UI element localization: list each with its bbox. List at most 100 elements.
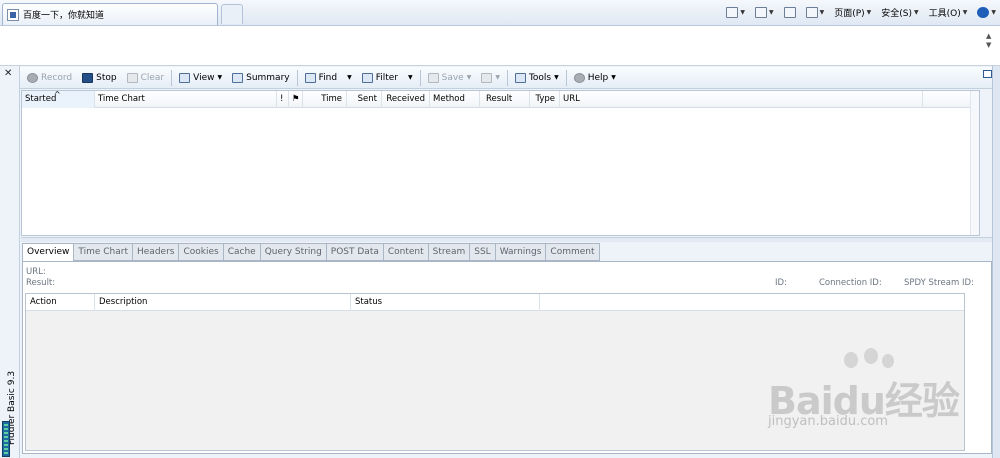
toolbar-divider bbox=[506, 69, 508, 86]
view-menu-button[interactable]: View ▼ bbox=[174, 69, 227, 87]
toolbar-divider bbox=[419, 69, 421, 86]
right-edge-strip bbox=[992, 66, 1000, 458]
home-icon bbox=[726, 6, 739, 18]
tab-time-chart[interactable]: Time Chart bbox=[74, 243, 133, 261]
tab-headers[interactable]: Headers bbox=[133, 243, 180, 261]
find-label: Find bbox=[318, 72, 338, 83]
safety-menu-label: 安全(S) bbox=[881, 8, 913, 19]
col-type[interactable]: Type bbox=[530, 91, 560, 108]
col-result[interactable]: Result bbox=[480, 91, 530, 108]
tools-menu[interactable]: 工具(O) ▼ bbox=[929, 6, 968, 19]
find-dropdown[interactable]: ▼ bbox=[342, 69, 357, 87]
safety-menu[interactable]: 安全(S) ▼ bbox=[881, 6, 918, 19]
chevron-down-icon: ▼ bbox=[768, 8, 774, 16]
toolbar-divider bbox=[565, 69, 567, 86]
find-button[interactable]: Find bbox=[300, 69, 342, 87]
chevron-down-icon: ▼ bbox=[554, 74, 559, 81]
activity-meter bbox=[2, 421, 10, 457]
panel-splitter[interactable] bbox=[21, 237, 992, 242]
dock-window-icon[interactable] bbox=[983, 70, 992, 78]
chevron-down-icon: ▼ bbox=[962, 8, 968, 16]
browser-command-bar: ▼ ▼ ▼ 页面(P) ▼ 安全(S) ▼ 工具(O) ▼ ▼ bbox=[726, 3, 996, 21]
tab-post-data[interactable]: POST Data bbox=[326, 243, 384, 261]
fiddler-toolbar: Record Stop Clear View ▼ Summary Find ▼ F… bbox=[20, 67, 992, 89]
save-button[interactable]: Save ▼ bbox=[423, 69, 477, 87]
printer-icon bbox=[481, 72, 493, 83]
help-icon bbox=[977, 6, 990, 18]
home-button[interactable]: ▼ bbox=[726, 6, 745, 18]
tab-warnings[interactable]: Warnings bbox=[495, 243, 547, 261]
record-icon bbox=[27, 72, 38, 83]
mail-icon bbox=[783, 6, 796, 18]
close-icon[interactable]: ✕ bbox=[4, 68, 12, 79]
record-button[interactable]: Record bbox=[22, 69, 77, 87]
tab-comment[interactable]: Comment bbox=[546, 243, 600, 261]
print-button[interactable]: ▼ bbox=[805, 6, 825, 18]
col-time[interactable]: Time bbox=[303, 91, 347, 108]
help-icon bbox=[573, 72, 585, 83]
print-icon bbox=[805, 6, 818, 18]
toolbar-divider bbox=[171, 69, 173, 86]
view-label: View bbox=[193, 72, 215, 83]
col-description[interactable]: Description bbox=[95, 294, 351, 311]
actions-list: Action Description Status bbox=[25, 293, 965, 451]
chevron-down-icon: ▼ bbox=[217, 74, 223, 81]
browser-tab-title: 百度一下，你就知道 bbox=[23, 11, 105, 21]
chevron-down-icon: ▼ bbox=[347, 74, 352, 81]
page-menu[interactable]: 页面(P) ▼ bbox=[834, 6, 871, 19]
tab-overview[interactable]: Overview bbox=[22, 243, 75, 262]
connection-id-label: Connection ID: bbox=[819, 278, 882, 288]
browser-tab[interactable]: 百度一下，你就知道 bbox=[2, 3, 218, 25]
col-received[interactable]: Received bbox=[382, 91, 430, 108]
actions-list-header: Action Description Status bbox=[26, 294, 964, 311]
save-label: Save bbox=[441, 72, 464, 83]
filter-dropdown[interactable]: ▼ bbox=[403, 69, 418, 87]
page-menu-label: 页面(P) bbox=[834, 8, 865, 19]
mail-button[interactable] bbox=[783, 6, 796, 18]
summary-icon bbox=[232, 72, 244, 83]
col-bang[interactable]: ! bbox=[277, 91, 289, 108]
col-time-chart[interactable]: Time Chart bbox=[95, 91, 277, 108]
col-flag[interactable]: ⚑ bbox=[289, 91, 303, 108]
tools-menu-label: 工具(O) bbox=[928, 8, 961, 19]
flag-icon: ⚑ bbox=[292, 94, 300, 104]
summary-button[interactable]: Summary bbox=[227, 69, 295, 87]
clear-icon bbox=[126, 72, 138, 83]
tab-query-string[interactable]: Query String bbox=[260, 243, 327, 261]
stop-button[interactable]: Stop bbox=[77, 69, 121, 87]
toolbar-divider bbox=[296, 69, 298, 86]
filter-button[interactable]: Filter bbox=[357, 69, 403, 87]
tools-button[interactable]: Tools ▼ bbox=[510, 69, 564, 87]
rss-icon bbox=[754, 6, 767, 18]
clear-button[interactable]: Clear bbox=[122, 69, 170, 87]
chevron-down-icon: ▼ bbox=[495, 74, 500, 81]
tab-cache[interactable]: Cache bbox=[223, 243, 261, 261]
help-button[interactable]: Help ▼ bbox=[569, 69, 621, 87]
col-action[interactable]: Action bbox=[26, 294, 95, 311]
page-scrollbar[interactable]: ▲ ▼ bbox=[986, 32, 994, 62]
view-icon bbox=[179, 72, 191, 83]
col-url[interactable]: URL bbox=[560, 91, 923, 108]
sessions-grid-header: Started Time Chart ! ⚑ Time Sent Receive… bbox=[22, 86, 979, 108]
col-started[interactable]: Started bbox=[22, 86, 95, 108]
disk-icon bbox=[427, 72, 439, 83]
chevron-down-icon: ▼ bbox=[611, 74, 616, 81]
chevron-down-icon: ▼ bbox=[866, 8, 872, 16]
tab-content[interactable]: Content bbox=[383, 243, 429, 261]
tools-label: Tools bbox=[528, 72, 552, 83]
new-tab-button[interactable] bbox=[221, 4, 243, 24]
chevron-down-icon: ▼ bbox=[819, 8, 825, 16]
tab-cookies[interactable]: Cookies bbox=[179, 243, 224, 261]
tab-stream[interactable]: Stream bbox=[428, 243, 471, 261]
print-session-button[interactable]: ▼ bbox=[476, 69, 505, 87]
col-method[interactable]: Method bbox=[430, 91, 480, 108]
tab-ssl[interactable]: SSL bbox=[470, 243, 496, 261]
feeds-button[interactable]: ▼ bbox=[754, 6, 774, 18]
magnifier-icon bbox=[304, 72, 316, 83]
chevron-down-icon: ▼ bbox=[914, 8, 919, 16]
grid-scrollbar[interactable] bbox=[970, 91, 979, 235]
help-menu[interactable]: ▼ bbox=[977, 6, 996, 18]
help-label: Help bbox=[587, 72, 609, 83]
col-sent[interactable]: Sent bbox=[347, 91, 382, 108]
col-status[interactable]: Status bbox=[351, 294, 540, 311]
